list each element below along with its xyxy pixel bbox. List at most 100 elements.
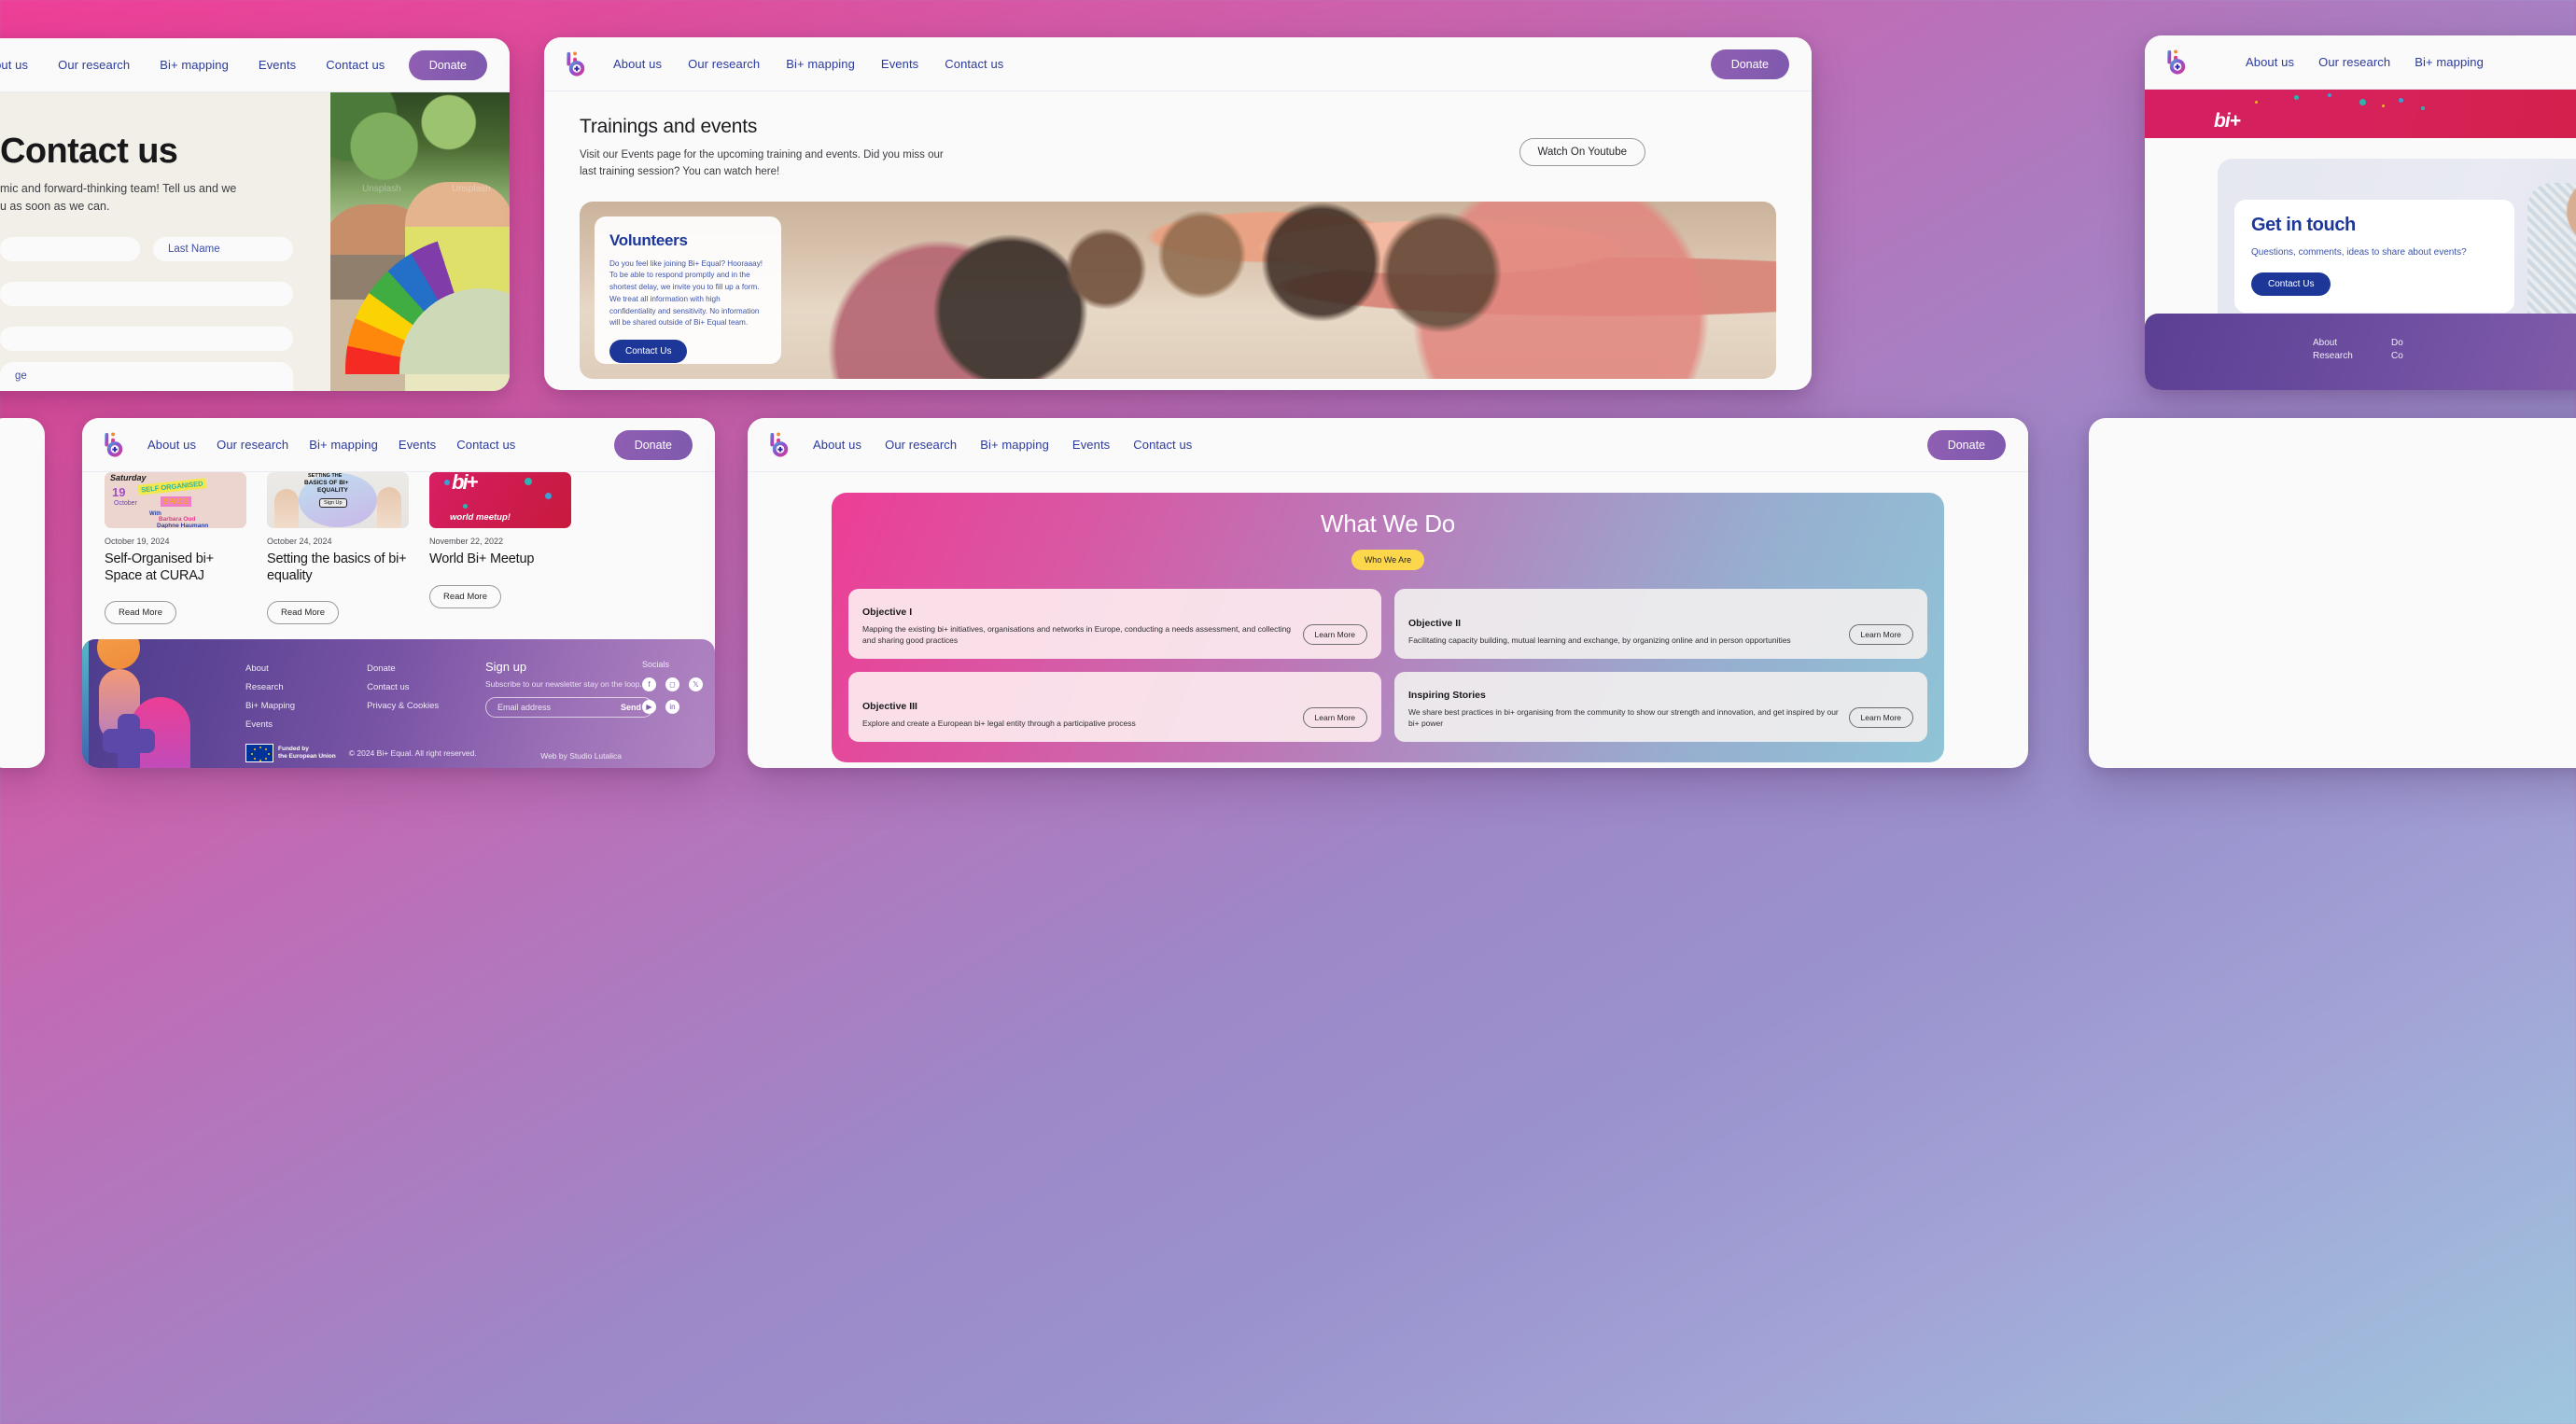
donate-button[interactable]: Donate (613, 429, 693, 460)
bi-plus-logo-icon[interactable] (103, 431, 127, 459)
nav-item-our-research[interactable]: Our research (885, 438, 957, 452)
read-more-button[interactable]: Read More (105, 601, 176, 625)
nav-item-our-research[interactable]: Our research (58, 58, 130, 72)
nav-item-contact-us[interactable]: Contact us (1133, 438, 1192, 452)
read-more-button[interactable]: Read More (429, 584, 501, 608)
instagram-icon[interactable]: ◻ (665, 677, 679, 692)
footer-link-privacy-cookies[interactable]: Privacy & Cookies (367, 701, 439, 711)
nav-item-events[interactable]: Events (881, 57, 918, 71)
nav-item-contact-us[interactable]: Contact us (456, 438, 515, 452)
footer-column-2: Donate Contact us Privacy & Cookies (367, 663, 439, 738)
youtube-icon[interactable]: ▶ (642, 700, 656, 715)
nav-item-our-research[interactable]: Our research (217, 438, 288, 452)
learn-more-button[interactable]: Learn More (1848, 707, 1913, 728)
footer-link-about[interactable]: About (2313, 338, 2337, 348)
donate-button[interactable]: Donate (1926, 429, 2006, 460)
nav-item-contact-us[interactable]: Contact us (326, 58, 385, 72)
footer-link-bi-mapping[interactable]: Bi+ Mapping (245, 701, 295, 711)
event-title: World Bi+ Meetup (429, 551, 535, 566)
section-title: Trainings and events (580, 116, 758, 137)
nav-item-events[interactable]: Events (399, 438, 436, 452)
message-textarea[interactable]: ge (0, 361, 293, 391)
nav-item-our-research[interactable]: Our research (2318, 55, 2390, 69)
nav-links-contact: About us Our research Bi+ mapping Events… (0, 58, 385, 72)
bi-plus-logo-icon[interactable] (565, 50, 589, 78)
event-card[interactable]: Saturday 19 October SELF ORGANISED SPACE… (105, 472, 246, 625)
events-list-browser-card: About us Our research Bi+ mapping Events… (82, 418, 715, 768)
navbar-get-in-touch: About us Our research Bi+ mapping (2145, 35, 2576, 90)
nav-item-bi-mapping[interactable]: Bi+ mapping (980, 438, 1049, 452)
nav-item-about-us[interactable]: About us (613, 57, 662, 71)
bi-plus-logo-icon[interactable] (768, 431, 792, 459)
who-we-are-chip[interactable]: Who We Are (1351, 550, 1425, 570)
nav-item-about-us[interactable]: About us (2246, 55, 2294, 69)
objective-card-3: Objective III Explore and create a Europ… (848, 672, 1381, 742)
nav-item-about-us[interactable]: About us (0, 58, 28, 72)
nav-item-bi-mapping[interactable]: Bi+ mapping (160, 58, 229, 72)
nav-item-bi-mapping[interactable]: Bi+ mapping (2415, 55, 2484, 69)
email-input[interactable]: Email address (497, 703, 551, 712)
socials-row-1: f ◻ 𝕏 (642, 677, 703, 692)
contact-subtitle-line1: mic and forward-thinking team! Tell us a… (0, 182, 237, 195)
event-date: October 24, 2024 (267, 537, 332, 546)
nav-item-events[interactable]: Events (259, 58, 296, 72)
trainings-events-browser-card: About us Our research Bi+ mapping Events… (544, 37, 1812, 390)
web-by-credit[interactable]: Web by Studio Lutalica (540, 751, 622, 761)
navbar-contact: About us Our research Bi+ mapping Events… (0, 38, 510, 92)
objective-body: We share best practices in bi+ organisin… (1408, 706, 1839, 729)
contact-hero-photo: Unsplash Unsplash (330, 92, 510, 391)
volunteers-contact-us-button[interactable]: Contact Us (609, 340, 688, 363)
nav-links-events: About us Our research Bi+ mapping Events… (147, 438, 515, 452)
first-name-field[interactable] (0, 236, 140, 261)
footer-link-about[interactable]: About (245, 663, 295, 674)
nav-item-about-us[interactable]: About us (813, 438, 861, 452)
nav-item-bi-mapping[interactable]: Bi+ mapping (309, 438, 378, 452)
signup-description: Subscribe to our newsletter stay on the … (485, 679, 642, 690)
footer-link-donate[interactable]: Do (2391, 338, 2403, 348)
objective-heading: Objective II (1408, 618, 1462, 630)
objective-card-4: Inspiring Stories We share best practice… (1394, 672, 1927, 742)
watch-on-youtube-button[interactable]: Watch On Youtube (1519, 138, 1645, 166)
bi-plus-logo-icon[interactable] (2165, 49, 2190, 77)
nav-item-events[interactable]: Events (1072, 438, 1110, 452)
what-we-do-browser-card: About us Our research Bi+ mapping Events… (748, 418, 2028, 768)
donate-button[interactable]: Donate (408, 49, 487, 80)
donate-button[interactable]: Donate (1710, 49, 1789, 79)
poster-text-self-organised: SELF ORGANISED (137, 478, 207, 496)
learn-more-button[interactable]: Learn More (1302, 707, 1367, 728)
footer-bottom-row: Funded by the European Union © 2024 Bi+ … (245, 744, 477, 763)
send-button[interactable]: Send (621, 703, 641, 712)
read-more-button[interactable]: Read More (267, 601, 339, 625)
linkedin-icon[interactable]: in (665, 700, 679, 715)
get-in-touch-footer: About Research Do Co (2145, 314, 2576, 390)
x-twitter-icon[interactable]: 𝕏 (689, 677, 703, 692)
nav-item-our-research[interactable]: Our research (688, 57, 760, 71)
nav-item-contact-us[interactable]: Contact us (945, 57, 1003, 71)
bi-plus-wordmark: bi+ (2214, 110, 2241, 132)
poster-text-saturday: Saturday (110, 473, 147, 482)
event-card[interactable]: bi+ world meetup! November 22, 2022 Worl… (429, 472, 571, 624)
footer-link-contact[interactable]: Co (2391, 351, 2403, 361)
footer-link-research[interactable]: Research (2313, 351, 2353, 361)
learn-more-button[interactable]: Learn More (1848, 624, 1913, 645)
copyright-text: © 2024 Bi+ Equal. All right reserved. (348, 748, 477, 759)
learn-more-button[interactable]: Learn More (1302, 624, 1367, 645)
email-field[interactable] (0, 281, 293, 306)
subject-field[interactable] (0, 326, 293, 351)
last-name-field[interactable]: Last Name (153, 236, 293, 261)
get-in-touch-contact-us-button[interactable]: Contact Us (2251, 272, 2331, 296)
event-card[interactable]: SETTING THE BASICS OF BI+ EQUALITY Sign … (267, 472, 409, 625)
footer-link-events[interactable]: Events (245, 719, 295, 730)
objective-body: Explore and create a European bi+ legal … (862, 719, 1136, 729)
footer-link-contact-us[interactable]: Contact us (367, 682, 439, 692)
footer-link-research[interactable]: Research (245, 682, 295, 692)
objective-heading: Objective I (862, 606, 913, 618)
nav-item-bi-mapping[interactable]: Bi+ mapping (786, 57, 855, 71)
nav-item-about-us[interactable]: About us (147, 438, 196, 452)
facebook-icon[interactable]: f (642, 677, 656, 692)
footer-link-donate[interactable]: Donate (367, 663, 439, 674)
volunteers-hero-image: Volunteers Do you feel like joining Bi+ … (580, 201, 1776, 379)
get-in-touch-subtitle: Questions, comments, ideas to share abou… (2251, 247, 2467, 258)
eu-funding-line1: Funded by (278, 746, 309, 753)
eu-funding-line2: the European Union (278, 753, 336, 761)
